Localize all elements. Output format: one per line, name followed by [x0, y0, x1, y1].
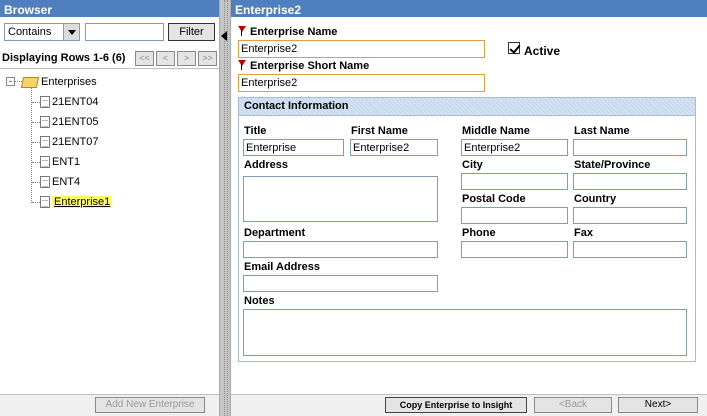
copy-enterprise-button[interactable]: Copy Enterprise to Insight [385, 397, 527, 413]
splitter-grip [224, 0, 228, 416]
rows-label: Displaying Rows 1-6 (6) [2, 52, 126, 64]
fax-input[interactable] [573, 241, 687, 258]
next-button[interactable]: Next> [618, 397, 698, 413]
notes-textarea[interactable] [243, 309, 687, 356]
tree-item-21ent05[interactable]: 21ENT05 [40, 114, 98, 130]
tree-item-ent1[interactable]: ENT1 [40, 154, 80, 170]
tree-item-label: ENT4 [52, 176, 81, 188]
browser-title: Browser [4, 3, 53, 17]
pager-next-button[interactable]: > [177, 51, 196, 66]
last-name-input[interactable] [573, 139, 687, 156]
first-name-input[interactable]: Enterprise2 [350, 139, 438, 156]
document-icon [40, 176, 50, 189]
email-address-label: Email Address [244, 261, 321, 273]
pager-last-button[interactable]: >> [198, 51, 217, 66]
document-icon [40, 136, 50, 149]
city-label: City [462, 159, 483, 171]
middle-name-label: Middle Name [462, 125, 530, 137]
pager-prev-button[interactable]: < [156, 51, 175, 66]
postal-code-input[interactable] [461, 207, 568, 224]
enterprise-name-label: Enterprise Name [238, 26, 337, 38]
tree-item-label-selected: Enterprise1 [52, 196, 113, 208]
fax-label: Fax [574, 227, 593, 239]
chevron-down-icon [68, 30, 76, 35]
tree-item-21ent07[interactable]: 21ENT07 [40, 134, 98, 150]
phone-label: Phone [462, 227, 496, 239]
tree-branch [32, 182, 40, 183]
department-input[interactable] [243, 241, 438, 258]
email-address-input[interactable] [243, 275, 438, 292]
divider [0, 68, 219, 69]
active-label: Active [524, 44, 561, 58]
active-checkbox[interactable] [508, 42, 521, 54]
tree-expand-toggle[interactable]: - [6, 77, 15, 86]
phone-input[interactable] [461, 241, 568, 258]
tree-branch [32, 122, 40, 123]
enterprise-name-input[interactable]: Enterprise2 [238, 40, 485, 58]
tree-branch [32, 102, 40, 103]
notes-label: Notes [244, 295, 275, 307]
required-flag-icon [238, 26, 247, 36]
enterprise-name-label-text: Enterprise Name [250, 26, 338, 38]
filter-select[interactable]: Contains [4, 23, 80, 41]
tree-branch [32, 162, 40, 163]
tree-item-enterprise1[interactable]: Enterprise1 [40, 194, 113, 210]
tree-item-21ent04[interactable]: 21ENT04 [40, 94, 98, 110]
filter-select-value: Contains [8, 26, 52, 38]
tree-item-label: 21ENT07 [52, 136, 99, 148]
form-header: Enterprise2 [231, 0, 707, 17]
title-label: Title [244, 125, 267, 137]
postal-code-label: Postal Code [462, 193, 526, 205]
required-flag-icon [238, 60, 247, 70]
tree-connector [31, 88, 32, 203]
back-button[interactable]: <Back [534, 397, 612, 413]
document-icon [40, 156, 50, 169]
middle-name-input[interactable]: Enterprise2 [461, 139, 568, 156]
tree-item-ent4[interactable]: ENT4 [40, 174, 80, 190]
state-input[interactable] [573, 173, 687, 190]
document-icon [40, 196, 50, 209]
check-icon [509, 42, 521, 54]
city-input[interactable] [461, 173, 568, 190]
last-name-label: Last Name [574, 125, 630, 137]
document-icon [40, 116, 50, 129]
document-icon [40, 96, 50, 109]
browser-panel: Browser Contains Filter Displaying Rows … [0, 0, 219, 416]
title-input[interactable]: Enterprise [243, 139, 344, 156]
folder-open-icon [20, 76, 40, 88]
address-label: Address [244, 159, 289, 171]
tree-item-label: 21ENT04 [52, 96, 99, 108]
add-new-enterprise-button[interactable]: Add New Enterprise [95, 397, 205, 413]
contact-information-title: Contact Information [244, 100, 349, 112]
tree-root-label: Enterprises [41, 76, 97, 88]
state-label: State/Province [574, 159, 651, 171]
tree-branch [32, 142, 40, 143]
address-textarea[interactable] [243, 176, 438, 222]
filter-input[interactable] [85, 23, 164, 41]
short-name-label-text: Enterprise Short Name [250, 60, 370, 72]
filter-button[interactable]: Filter [168, 23, 215, 41]
form-title: Enterprise2 [235, 3, 302, 17]
browser-header: Browser [0, 0, 219, 17]
first-name-label: First Name [351, 125, 408, 137]
dropdown-arrow-button[interactable] [63, 24, 79, 40]
country-input[interactable] [573, 207, 687, 224]
tree-item-label: 21ENT05 [52, 116, 99, 128]
tree-item-label: ENT1 [52, 156, 81, 168]
country-label: Country [574, 193, 617, 205]
enterprise-form-panel: Enterprise2 Enterprise Name Enterprise2 … [231, 0, 707, 416]
pager-first-button[interactable]: << [135, 51, 154, 66]
panel-splitter[interactable] [219, 0, 231, 416]
tree-expand-glyph: - [9, 76, 12, 86]
short-name-input[interactable]: Enterprise2 [238, 74, 485, 92]
tree-root[interactable]: Enterprises [20, 74, 97, 90]
collapse-left-icon[interactable] [221, 31, 227, 41]
tree-branch [32, 202, 40, 203]
department-label: Department [244, 227, 306, 239]
contact-information-header: Contact Information [239, 98, 695, 116]
short-name-label: Enterprise Short Name [238, 60, 369, 72]
